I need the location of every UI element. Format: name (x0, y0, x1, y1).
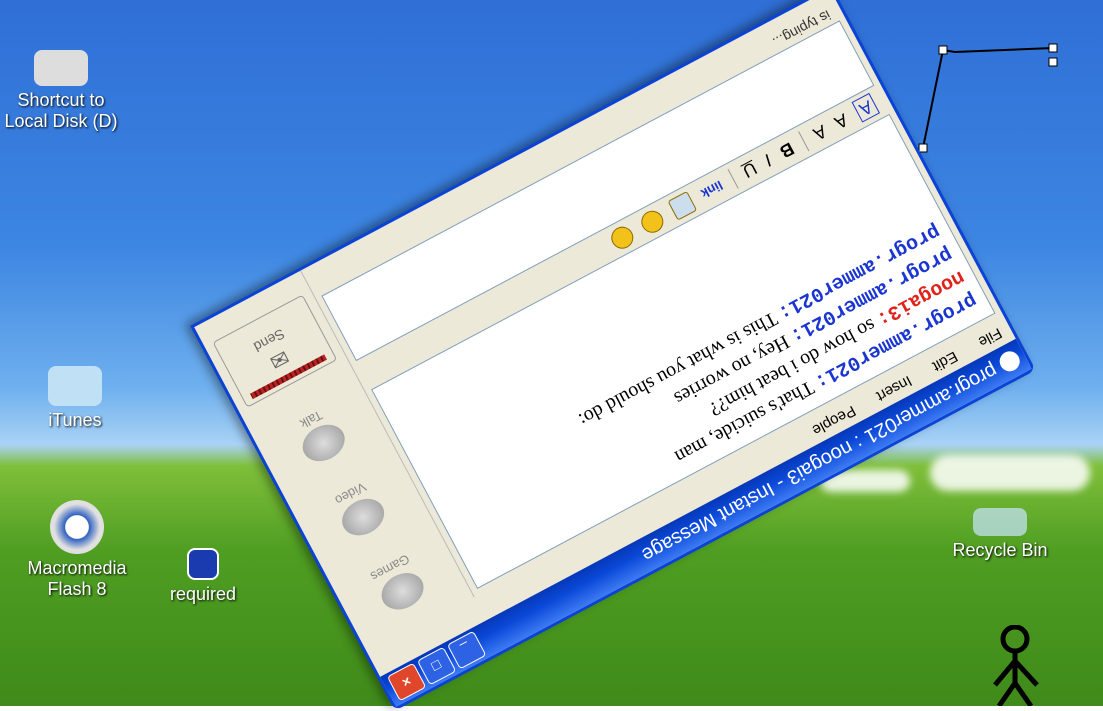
itunes-icon (48, 366, 102, 406)
games-button[interactable]: Games (367, 551, 430, 617)
photo-icon[interactable] (667, 191, 697, 221)
italic-button[interactable]: I (761, 150, 776, 170)
document-icon (187, 548, 219, 580)
emoticon-icon[interactable] (607, 223, 637, 253)
cloud (930, 455, 1090, 491)
icon-label: Macromedia (27, 558, 127, 578)
text-color-button[interactable]: A (851, 93, 881, 123)
itunes-shortcut[interactable]: iTunes (10, 366, 140, 431)
required-shortcut[interactable]: required (138, 548, 268, 605)
icon-label: Recycle Bin (952, 540, 1048, 560)
icon-label: Flash 8 (47, 579, 107, 599)
icon-label: required (169, 584, 237, 604)
increase-font-button[interactable]: A (810, 120, 830, 144)
macromedia-flash-shortcut[interactable]: Macromedia Flash 8 (12, 500, 142, 600)
menu-file[interactable]: File (976, 325, 1005, 351)
local-disk-shortcut[interactable]: Shortcut to Local Disk (D) (0, 50, 126, 132)
bold-button[interactable]: B (776, 138, 798, 163)
insert-link-button[interactable]: link (699, 178, 726, 202)
line-drawing (918, 43, 1058, 153)
stick-figure (993, 625, 1039, 706)
separator (727, 168, 739, 189)
talk-button[interactable]: Talk (288, 403, 352, 469)
recycle-bin[interactable]: Recycle Bin (935, 508, 1065, 561)
flash-icon (50, 500, 104, 554)
underline-button[interactable]: U (739, 158, 761, 182)
smiley-icon[interactable] (637, 207, 667, 237)
icon-label: iTunes (48, 410, 102, 430)
drive-icon (34, 50, 88, 86)
video-button[interactable]: Video (328, 477, 391, 543)
send-button[interactable]: ✉ Send (212, 294, 338, 409)
icon-label: Local Disk (D) (4, 111, 118, 131)
recycle-bin-icon (973, 508, 1027, 536)
icon-label: Shortcut to (17, 90, 105, 110)
decrease-font-button[interactable]: A (831, 109, 852, 133)
separator (798, 131, 810, 152)
